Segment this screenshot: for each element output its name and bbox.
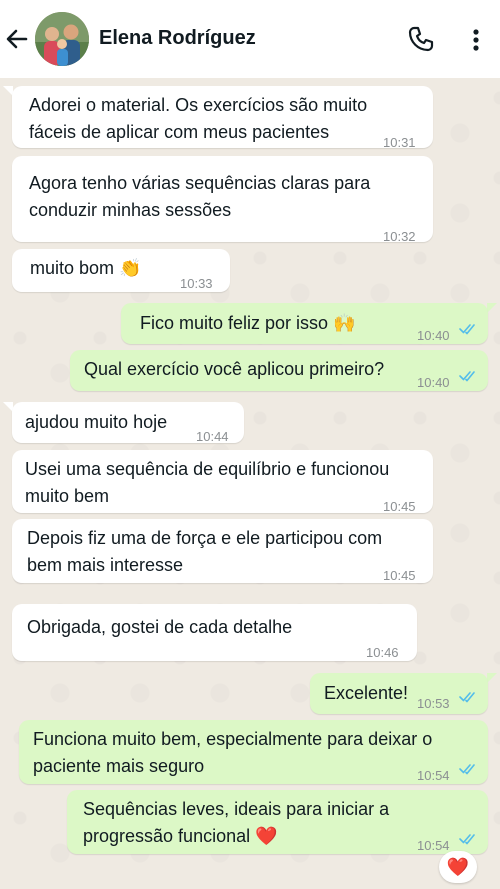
message-line: Excelente! — [324, 683, 409, 703]
message-time: 10:46 — [366, 645, 399, 660]
message-line: Qual exercício você aplicou primeiro? — [84, 359, 385, 379]
message-bubble-outgoing[interactable]: Fico muito feliz por isso 🙌 10:40 — [121, 303, 488, 344]
message-time: 10:54 — [417, 768, 450, 783]
message-line: progressão funcional ❤️ — [83, 826, 278, 846]
message-time: 10:45 — [383, 568, 416, 583]
double-check-icon — [459, 324, 475, 335]
message-time: 10:45 — [383, 499, 416, 514]
more-vertical-icon[interactable] — [466, 26, 486, 54]
message-time: 10:31 — [383, 135, 416, 150]
bubble-tail — [487, 303, 497, 313]
message-bubble-incoming[interactable]: Obrigada, gostei de cada detalhe 10:46 — [12, 604, 417, 661]
contact-name[interactable]: Elena Rodríguez — [99, 27, 256, 50]
message-time: 10:40 — [417, 328, 450, 343]
message-line: Sequências leves, ideais para iniciar a — [83, 799, 390, 819]
message-line: muito bom 👏 — [30, 258, 142, 278]
message-time: 10:33 — [180, 276, 213, 291]
message-line: fáceis de aplicar com meus pacientes — [29, 122, 330, 142]
double-check-icon — [459, 371, 475, 382]
phone-icon[interactable] — [406, 24, 436, 54]
message-bubble-incoming[interactable]: ajudou muito hoje 10:44 — [12, 402, 244, 444]
message-bubble-incoming[interactable]: Depois fiz uma de força e ele participou… — [12, 519, 433, 583]
message-reaction[interactable]: ❤️ — [439, 851, 477, 883]
chat-header: Elena Rodríguez — [0, 0, 500, 78]
message-line: ajudou muito hoje — [25, 412, 168, 432]
message-bubble-incoming[interactable]: Agora tenho várias sequências claras par… — [12, 156, 433, 244]
heart-icon: ❤️ — [446, 856, 470, 877]
message-line: Funciona muito bem, especialmente para d… — [33, 729, 433, 749]
message-line: muito bem — [25, 486, 110, 506]
message-bubble-outgoing[interactable]: Sequências leves, ideais para iniciar a … — [67, 790, 488, 854]
message-line: Depois fiz uma de força e ele participou… — [27, 528, 383, 548]
message-line: Usei uma sequência de equilíbrio e funci… — [25, 459, 390, 479]
message-time: 10:40 — [417, 375, 450, 390]
message-line: paciente mais seguro — [33, 756, 205, 776]
message-bubble-outgoing[interactable]: Qual exercício você aplicou primeiro? 10… — [70, 350, 488, 391]
message-bubble-incoming[interactable]: Usei uma sequência de equilíbrio e funci… — [12, 450, 433, 514]
double-check-icon — [459, 692, 475, 703]
double-check-icon — [459, 764, 475, 775]
message-bubble-incoming[interactable]: muito bom 👏 10:33 — [12, 249, 230, 292]
message-time: 10:32 — [383, 229, 416, 244]
back-arrow-icon[interactable] — [4, 24, 30, 54]
message-line: Agora tenho várias sequências claras par… — [29, 173, 371, 193]
message-line: Obrigada, gostei de cada detalhe — [27, 617, 293, 637]
double-check-icon — [459, 834, 475, 845]
message-time: 10:53 — [417, 696, 450, 711]
message-line: bem mais interesse — [27, 555, 184, 575]
bubble-tail — [487, 673, 497, 683]
message-time: 10:44 — [196, 429, 229, 444]
message-bubble-outgoing[interactable]: Funciona muito bem, especialmente para d… — [19, 720, 488, 784]
message-line: conduzir minhas sessões — [29, 200, 232, 220]
avatar[interactable] — [35, 12, 89, 66]
message-line: Adorei o material. Os exercícios são mui… — [29, 95, 368, 115]
message-line: Fico muito feliz por isso 🙌 — [140, 313, 356, 333]
message-bubble-outgoing[interactable]: Excelente! 10:53 — [310, 673, 488, 714]
message-bubble-incoming[interactable]: Adorei o material. Os exercícios são mui… — [12, 86, 433, 150]
